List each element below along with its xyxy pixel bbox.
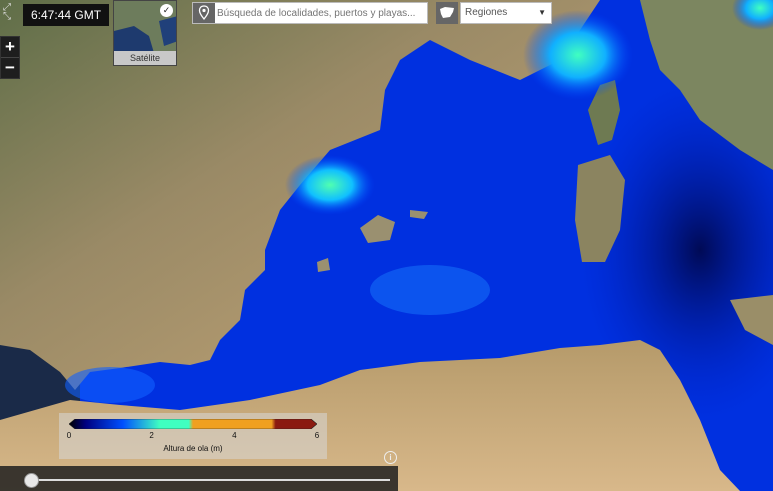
zoom-in-button[interactable]: + bbox=[1, 37, 19, 57]
location-pin-icon bbox=[193, 3, 215, 23]
region-select[interactable]: Regiones ▼ bbox=[460, 2, 552, 24]
zoom-control: + − bbox=[0, 36, 20, 79]
timeline-bar bbox=[0, 466, 398, 491]
search-input[interactable] bbox=[217, 4, 423, 22]
check-icon: ✓ bbox=[160, 4, 173, 17]
legend-tick-label: 4 bbox=[232, 431, 237, 440]
satellite-layer-toggle[interactable]: ✓ Satélite bbox=[113, 0, 177, 66]
legend-color-bar bbox=[69, 419, 317, 429]
legend-tick-label: 2 bbox=[149, 431, 154, 440]
legend-tick-label: 0 bbox=[66, 431, 72, 440]
timeline-track[interactable] bbox=[30, 479, 390, 481]
caret-down-icon: ▼ bbox=[538, 8, 546, 17]
region-select-value: Regiones bbox=[465, 7, 508, 18]
info-icon[interactable]: i bbox=[384, 451, 397, 464]
zoom-out-button[interactable]: − bbox=[1, 57, 19, 78]
legend-ticks: 0 2 4 6 bbox=[66, 431, 320, 441]
region-selector: Regiones ▼ bbox=[436, 2, 552, 24]
wave-height-legend: 0 2 4 6 Altura de ola (m) bbox=[59, 413, 327, 459]
layer-label: Satélite bbox=[114, 51, 176, 65]
legend-tick-label: 6 bbox=[314, 431, 320, 440]
time-display: 6:47:44 GMT bbox=[23, 4, 110, 26]
legend-title: Altura de ola (m) bbox=[163, 444, 223, 453]
search-box bbox=[192, 2, 428, 24]
spain-map-icon bbox=[436, 2, 458, 24]
timeline-slider-handle[interactable] bbox=[24, 473, 39, 488]
fullscreen-icon[interactable]: ⤢ ⤡ bbox=[3, 3, 17, 23]
